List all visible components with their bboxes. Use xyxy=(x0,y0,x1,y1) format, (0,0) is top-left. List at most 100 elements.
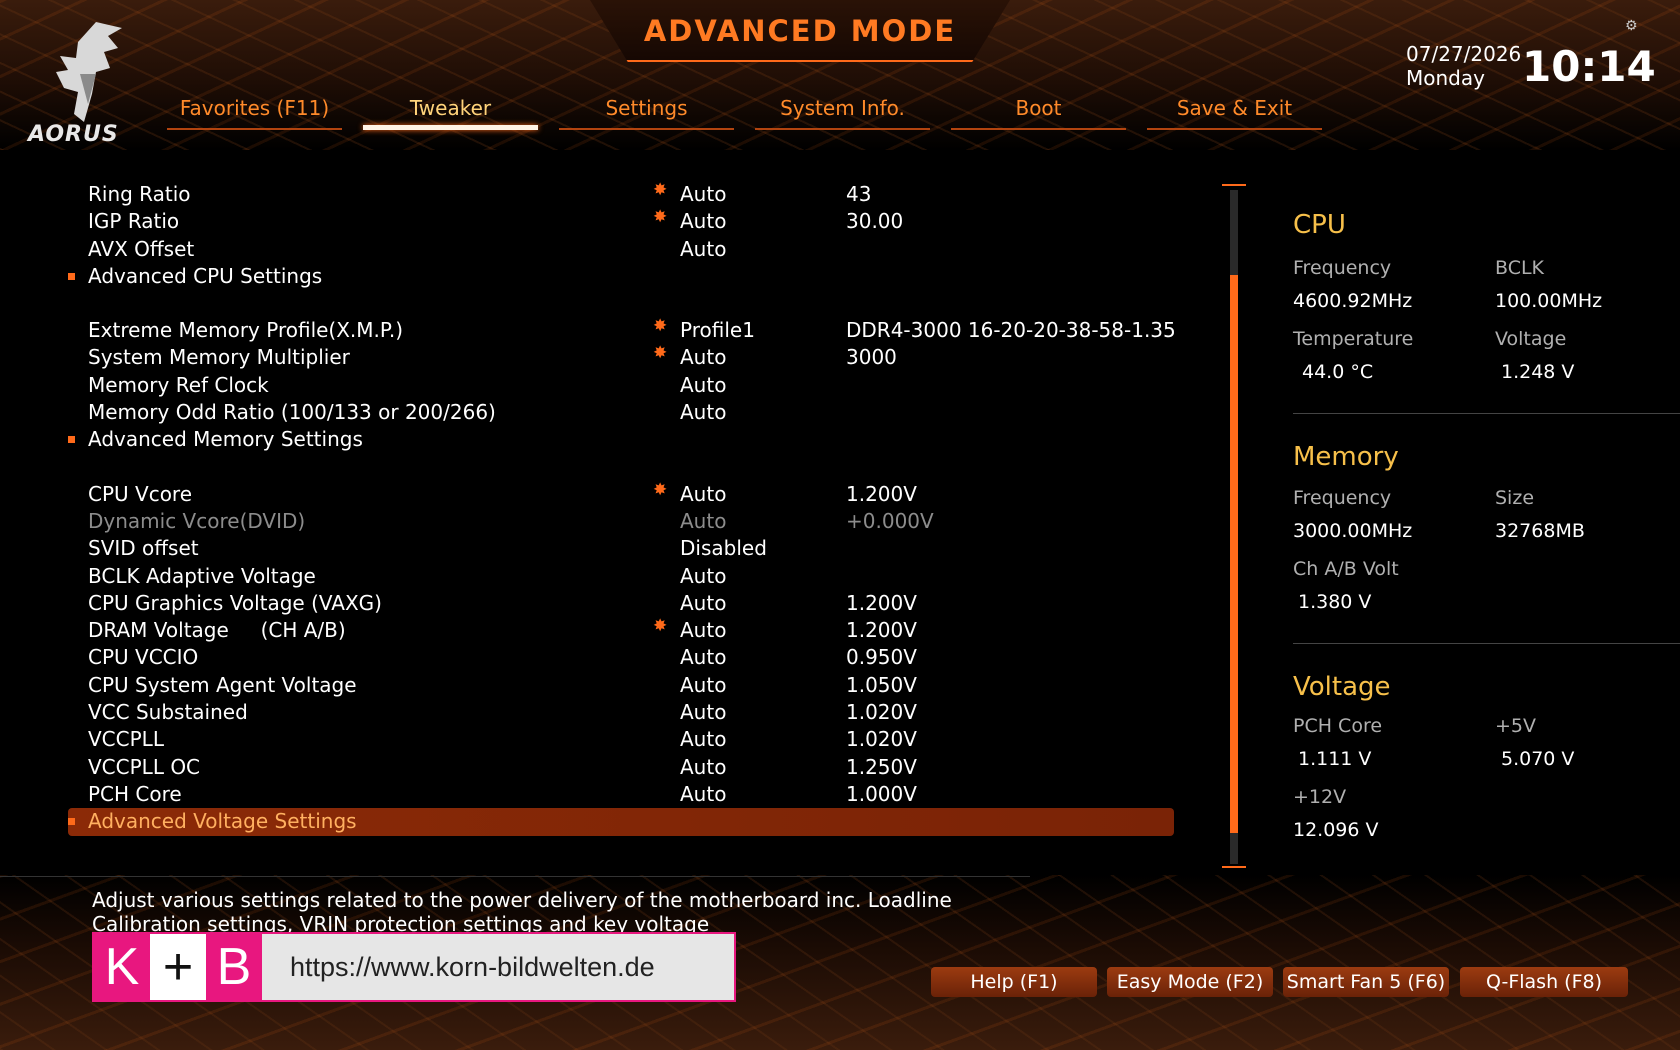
tab-settings[interactable]: Settings xyxy=(559,96,734,130)
setting-option[interactable]: Auto xyxy=(680,399,726,426)
tab-system-info[interactable]: System Info. xyxy=(755,96,930,130)
tab-favorites-f11[interactable]: Favorites (F11) xyxy=(167,96,342,130)
setting-option[interactable]: Auto xyxy=(680,754,726,781)
description-divider xyxy=(0,876,1030,877)
setting-option[interactable]: Auto xyxy=(680,372,726,399)
setting-label: CPU Graphics Voltage (VAXG) xyxy=(88,590,382,615)
setting-row[interactable]: VCCPLL Auto 1.020V xyxy=(68,726,1174,753)
setting-option[interactable]: Auto xyxy=(680,181,726,208)
setting-label: PCH Core xyxy=(88,781,182,806)
setting-option[interactable]: Auto xyxy=(680,781,726,808)
settings-list: Ring Ratio ✸ Auto 43 IGP Ratio ✸ Auto 30.00 AVX … xyxy=(68,180,1176,836)
submenu-row[interactable]: Advanced CPU Settings xyxy=(68,263,1174,290)
setting-label: CPU Vcore xyxy=(88,481,193,506)
aorus-logo-text: AORUS xyxy=(28,122,119,147)
cpu-frequency-value: 4600.92MHz xyxy=(1293,290,1413,312)
setting-value: DDR4-3000 16-20-20-38-58-1.35 xyxy=(846,318,1176,343)
cpu-voltage-label: Voltage xyxy=(1495,328,1567,350)
scrollbar-top-cap xyxy=(1222,184,1246,186)
watermark-url: https://www.korn-bildwelten.de xyxy=(262,934,734,1000)
setting-label: IGP Ratio xyxy=(88,209,180,234)
setting-row[interactable]: Memory Odd Ratio (100/133 or 200/266) Aut… xyxy=(68,399,1174,426)
setting-option[interactable]: Auto xyxy=(680,726,726,753)
gear-icon[interactable]: ⚙ xyxy=(1625,18,1638,34)
scrollbar-thumb[interactable] xyxy=(1230,275,1238,833)
setting-value: 1.020V xyxy=(846,700,917,725)
tab-tweaker[interactable]: Tweaker xyxy=(363,96,538,130)
setting-row[interactable]: IGP Ratio ✸ Auto 30.00 xyxy=(68,207,1174,235)
submenu-bullet-icon xyxy=(68,272,75,280)
voltage-section-title: Voltage xyxy=(1293,672,1391,702)
setting-option[interactable]: Auto xyxy=(680,672,726,699)
setting-row[interactable]: Memory Ref Clock Auto xyxy=(68,372,1174,399)
setting-value: 1.000V xyxy=(846,781,917,806)
cpu-temperature-value: 44.0 °C xyxy=(1302,361,1374,383)
setting-row[interactable]: PCH Core Auto 1.000V xyxy=(68,781,1174,808)
setting-label: AVX Offset xyxy=(88,236,195,261)
setting-label: System Memory Multiplier xyxy=(88,345,350,370)
cpu-bclk-label: BCLK xyxy=(1495,257,1545,279)
weekday-text: Monday xyxy=(1406,66,1485,90)
setting-option[interactable]: Auto xyxy=(680,236,726,263)
memory-frequency-value: 3000.00MHz xyxy=(1293,520,1413,542)
setting-row[interactable]: CPU System Agent Voltage Auto 1.050V xyxy=(68,672,1174,699)
setting-row[interactable]: VCCPLL OC Auto 1.250V xyxy=(68,754,1174,781)
setting-label: Extreme Memory Profile(X.M.P.) xyxy=(88,318,404,343)
setting-label: Ring Ratio xyxy=(88,182,191,206)
help-button[interactable]: Help (F1) xyxy=(931,967,1097,997)
memory-frequency-label: Frequency xyxy=(1293,487,1392,509)
setting-option[interactable]: Auto xyxy=(680,590,726,617)
setting-label: Advanced Memory Settings xyxy=(88,427,363,452)
setting-value: 1.020V xyxy=(846,727,917,752)
plus12v-label: +12V xyxy=(1293,786,1347,808)
setting-label: DRAM Voltage (CH A/B) xyxy=(88,618,346,643)
setting-row[interactable]: CPU VCCIO Auto 0.950V xyxy=(68,644,1174,671)
setting-label: VCC Substained xyxy=(88,700,248,725)
clock: 10:14 xyxy=(1522,42,1656,91)
modified-star-icon: ✸ xyxy=(653,479,668,500)
setting-option[interactable]: Disabled xyxy=(680,535,767,562)
setting-value: +0.000V xyxy=(846,508,934,533)
setting-row[interactable]: VCC Substained Auto 1.020V xyxy=(68,699,1174,726)
setting-row[interactable]: SVID offset Disabled xyxy=(68,535,1174,562)
setting-option[interactable]: Auto xyxy=(680,344,726,371)
submenu-row[interactable]: Advanced Voltage Settings xyxy=(68,808,1174,836)
plus12v-value: 12.096 V xyxy=(1293,819,1379,841)
watermark-k: K xyxy=(94,934,150,1000)
setting-option[interactable]: Auto xyxy=(680,617,726,644)
watermark-b: B xyxy=(206,934,262,1000)
date-display: 07/27/2026 Monday xyxy=(1406,42,1521,90)
setting-row[interactable]: Extreme Memory Profile(X.M.P.) ✸ Profile1 D… xyxy=(68,316,1176,344)
cpu-bclk-value: 100.00MHz xyxy=(1495,290,1603,312)
setting-row[interactable]: AVX Offset Auto xyxy=(68,236,1174,263)
q-flash-button[interactable]: Q-Flash (F8) xyxy=(1460,967,1628,997)
setting-value: 3000 xyxy=(846,345,897,370)
tab-save-exit[interactable]: Save & Exit xyxy=(1147,96,1322,130)
setting-option[interactable]: Profile1 xyxy=(680,317,755,344)
memory-size-label: Size xyxy=(1495,487,1535,509)
watermark-plus: + xyxy=(150,934,206,1000)
setting-option[interactable]: Auto xyxy=(680,208,726,235)
setting-label: Memory Ref Clock xyxy=(88,372,269,397)
setting-row[interactable]: CPU Vcore ✸ Auto 1.200V xyxy=(68,480,1174,508)
setting-row[interactable]: CPU Graphics Voltage (VAXG) Auto 1.200V xyxy=(68,590,1174,617)
setting-label: VCCPLL OC xyxy=(88,754,201,779)
plus5v-label: +5V xyxy=(1495,715,1537,737)
setting-row: Dynamic Vcore(DVID) Auto +0.000V xyxy=(68,508,1174,535)
setting-option[interactable]: Auto xyxy=(680,563,726,590)
setting-row[interactable]: BCLK Adaptive Voltage Auto xyxy=(68,563,1174,590)
cpu-voltage-value: 1.248 V xyxy=(1501,361,1575,383)
setting-option[interactable]: Auto xyxy=(680,481,726,508)
easy-mode-button[interactable]: Easy Mode (F2) xyxy=(1107,967,1273,997)
setting-label: SVID offset xyxy=(88,536,199,561)
setting-row[interactable]: System Memory Multiplier ✸ Auto 3000 xyxy=(68,343,1174,371)
setting-row[interactable]: DRAM Voltage (CH A/B) ✸ Auto 1.200V xyxy=(68,616,1174,644)
setting-row[interactable]: Ring Ratio ✸ Auto 43 xyxy=(68,180,1174,208)
setting-option[interactable]: Auto xyxy=(680,644,726,671)
smart-fan-button[interactable]: Smart Fan 5 (F6) xyxy=(1283,967,1449,997)
setting-label: CPU System Agent Voltage xyxy=(88,672,357,697)
tab-boot[interactable]: Boot xyxy=(951,96,1126,130)
setting-option[interactable]: Auto xyxy=(680,699,726,726)
date-text: 07/27/2026 xyxy=(1406,42,1522,66)
submenu-row[interactable]: Advanced Memory Settings xyxy=(68,426,1174,453)
